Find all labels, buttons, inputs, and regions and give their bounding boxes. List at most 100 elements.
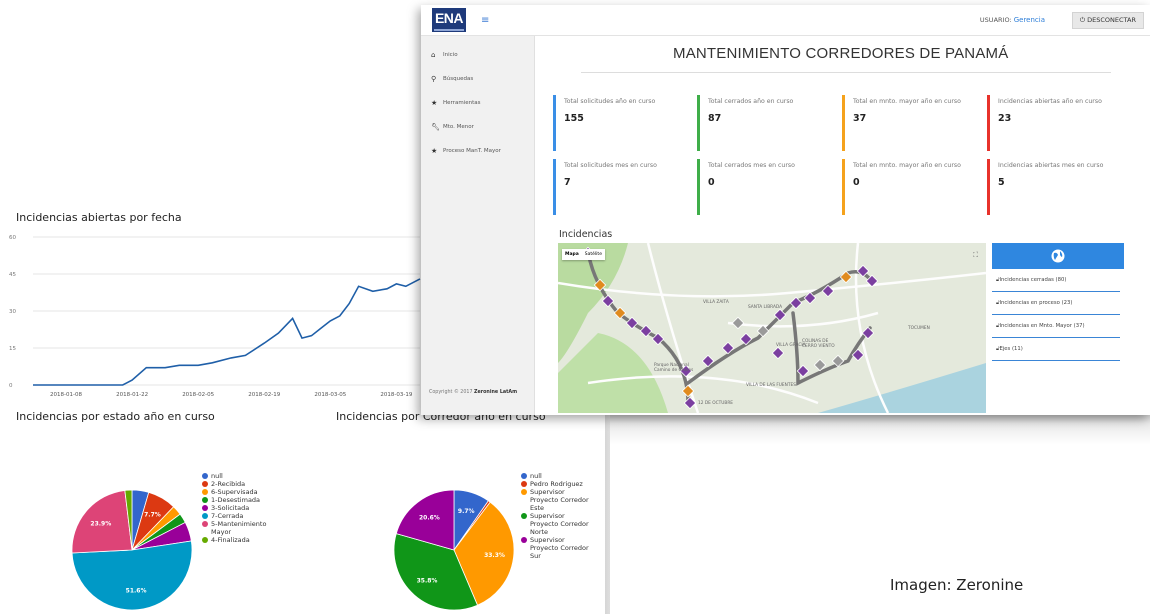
kpi-card: Total en mnto. mayor año en curso 0 [842, 159, 980, 215]
sidebar-item-label: Búsquedas [443, 76, 474, 82]
kpi-label: Total solicitudes mes en curso [564, 162, 657, 169]
tab-map[interactable]: Mapa [562, 249, 582, 260]
kpi-label: Total cerrados mes en curso [708, 162, 795, 169]
top-bar: ENA ≡ USUARIO: Gerencia ⏻ DESCONECTAR [421, 5, 1150, 36]
x-tick-label: 2018-03-05 [314, 392, 346, 398]
pie-data-label: 33.3% [484, 552, 505, 559]
sidebar-item-inicio[interactable]: ⌂ Inicio [431, 51, 458, 59]
tab-satellite[interactable]: Satélite [582, 249, 605, 260]
kpi-card: Total solicitudes año en curso 155 [553, 95, 691, 151]
legend-entry: 7-Cerrada [202, 512, 272, 520]
window-shadow-area [610, 415, 1150, 614]
sidebar: ⌂ Inicio ⚲ Búsquedas ★ Herramientas 🔧︎ Mto. … [421, 36, 535, 415]
kpi-value: 5 [998, 177, 1005, 188]
search-icon: ⚲ [431, 75, 437, 83]
legend-swatch [202, 473, 208, 479]
sidebar-item-label: Proceso ManT. Mayor [443, 148, 501, 154]
legend-entry: 6-Supervisada [202, 488, 272, 496]
kpi-card: Incidencias abiertas año en curso 23 [987, 95, 1125, 151]
legend-label: Supervisor Proyecto Corredor Sur [530, 536, 589, 560]
legend-item-mnto-mayor[interactable]: 🔓︎Incidencias en Mnto. Mayor (37) [992, 315, 1120, 338]
hamburger-menu-icon[interactable]: ≡ [481, 15, 489, 26]
kpi-label: Total en mnto. mayor año en curso [853, 98, 961, 105]
kpi-card: Total cerrados mes en curso 0 [697, 159, 835, 215]
incidents-map[interactable]: Mapa Satélite ⛶ VILLA ZAITA SANTA LIBRAD… [558, 243, 986, 413]
legend-swatch [521, 513, 527, 519]
legend-swatch [202, 513, 208, 519]
legend-swatch [521, 537, 527, 543]
sidebar-item-proceso-mant-mayor[interactable]: ★ Proceso ManT. Mayor [431, 147, 501, 155]
legend-entry: 3-Solicitada [202, 504, 272, 512]
legend-item-en-proceso[interactable]: 🔓︎Incidencias en proceso (23) [992, 292, 1120, 315]
kpi-label: Total cerrados año en curso [708, 98, 794, 105]
logout-label: DESCONECTAR [1087, 16, 1136, 24]
legend-item-ejes[interactable]: 🔓︎Ejes (11) [992, 338, 1120, 361]
ena-logo[interactable]: ENA [432, 8, 466, 32]
legend-entry: Supervisor Proyecto Corredor Este [521, 488, 591, 512]
legend-swatch [521, 473, 527, 479]
kpi-label: Incidencias abiertas año en curso [998, 98, 1102, 105]
legend-swatch [202, 537, 208, 543]
y-tick-label: 60 [9, 235, 16, 241]
legend-entry: 2-Recibida [202, 480, 272, 488]
kpi-card: Total cerrados año en curso 87 [697, 95, 835, 151]
y-tick-label: 30 [9, 309, 16, 315]
pie-data-label: 51.6% [126, 588, 147, 595]
sidebar-item-busquedas[interactable]: ⚲ Búsquedas [431, 75, 473, 83]
logout-button[interactable]: ⏻ DESCONECTAR [1071, 12, 1144, 29]
globe-header[interactable] [992, 243, 1124, 269]
dashboard-window: ENA ≡ USUARIO: Gerencia ⏻ DESCONECTAR ⌂ I… [421, 5, 1150, 415]
fullscreen-icon[interactable]: ⛶ [973, 251, 978, 260]
user-name-link[interactable]: Gerencia [1014, 16, 1045, 24]
sidebar-item-mto-menor[interactable]: 🔧︎ Mto. Menor [431, 123, 474, 131]
legend-item-label: Incidencias cerradas (80) [999, 277, 1067, 283]
title-divider [581, 72, 1111, 73]
kpi-value: 0 [708, 177, 715, 188]
image-credit: Imagen: Zeronine [890, 576, 1024, 594]
legend-swatch [202, 489, 208, 495]
legend-swatch [521, 489, 527, 495]
map-legend-panel: 🔓︎Incidencias cerradas (80) 🔓︎Incidencia… [992, 243, 1124, 413]
kpi-value: 87 [708, 113, 722, 124]
kpi-card: Total solicitudes mes en curso 7 [553, 159, 691, 215]
x-tick-label: 2018-03-19 [380, 392, 412, 398]
map-type-tabs: Mapa Satélite [562, 249, 605, 260]
sidebar-item-label: Inicio [443, 52, 458, 58]
legend-label: 5-Mantenimiento Mayor [211, 520, 267, 536]
map-label: SANTA LIBRADA [748, 305, 783, 310]
pie-estado-legend: null 2-Recibida 6-Supervisada 1-Desestimada… [202, 472, 272, 544]
legend-label: 3-Solicitada [211, 504, 250, 512]
legend-label: Pedro Rodriguez [530, 480, 583, 488]
x-tick-label: 2018-02-19 [248, 392, 280, 398]
wrench-icon: 🔧︎ [431, 123, 440, 131]
legend-swatch [202, 521, 208, 527]
legend-entry: 5-Mantenimiento Mayor [202, 520, 272, 536]
screenshot-stage: Incidencias abiertas por fecha 0 15 30 45 60… [0, 0, 1150, 614]
pie-chart-corredor: 9.7% 33.3% 35.8% 20.6% [393, 489, 515, 611]
legend-swatch [521, 481, 527, 487]
legend-entry: 4-Finalizada [202, 536, 272, 544]
sidebar-item-herramientas[interactable]: ★ Herramientas [431, 99, 480, 107]
x-tick-label: 2018-01-22 [116, 392, 148, 398]
legend-swatch [202, 505, 208, 511]
power-icon: ⏻ [1079, 16, 1086, 24]
pie-data-label: 9.7% [458, 508, 475, 515]
map-label: TOCUMEN [908, 326, 930, 331]
map-label: Parque Nacional Camino de Cruces [654, 363, 694, 373]
line-series [33, 278, 421, 386]
y-tick-label: 45 [9, 272, 16, 278]
legend-item-label: Incidencias en Mnto. Mayor (37) [999, 323, 1085, 329]
legend-item-cerradas[interactable]: 🔓︎Incidencias cerradas (80) [992, 269, 1120, 292]
pie-chart-estado: 7.7% 51.6% 23.9% [71, 489, 193, 611]
map-label: VILLA ZAITA [703, 300, 729, 305]
pie-data-label: 20.6% [419, 514, 440, 521]
page-title: MANTENIMIENTO CORREDORES DE PANAMÁ [673, 45, 1009, 62]
pie-data-label: 7.7% [144, 512, 161, 519]
kpi-card: Total en mnto. mayor año en curso 37 [842, 95, 980, 151]
legend-entry: Supervisor Proyecto Corredor Norte [521, 512, 591, 536]
copyright-text: Copyright © 2017 [429, 390, 473, 395]
legend-entry: null [521, 472, 591, 480]
copyright-company: Zeronine LatAm [474, 390, 518, 395]
legend-label: Supervisor Proyecto Corredor Este [530, 488, 589, 512]
user-info: USUARIO: Gerencia [980, 16, 1045, 24]
